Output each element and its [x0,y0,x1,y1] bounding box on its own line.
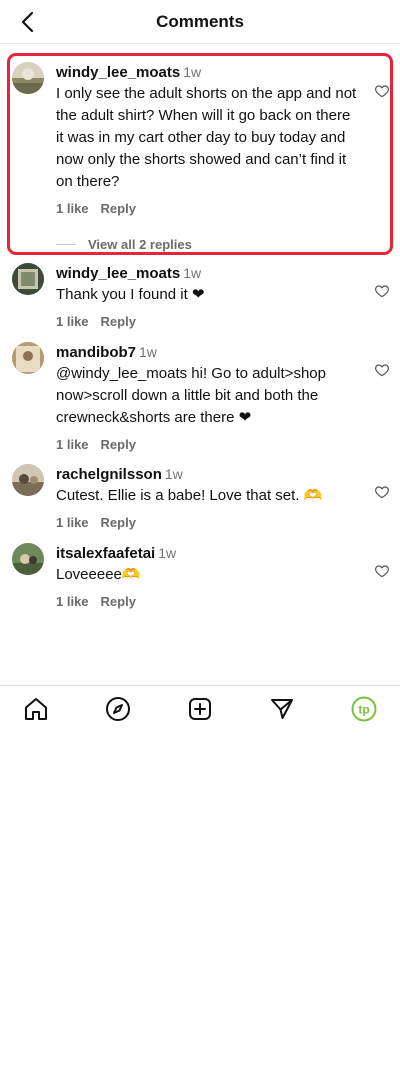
avatar-image-icon [12,342,44,374]
avatar[interactable] [12,263,44,295]
comment-header: rachelgnilsson 1w [56,464,360,485]
comment-text: Loveeeee🫶 [56,566,141,583]
avatar[interactable] [12,342,44,374]
likes-count[interactable]: 1 like [56,314,89,329]
view-replies-button[interactable]: View all 2 replies [56,237,360,252]
explore-compass-icon [106,697,130,721]
like-heart-icon[interactable] [374,563,390,579]
likes-count[interactable]: 1 like [56,437,89,452]
timestamp: 1w [183,64,202,80]
timestamp: 1w [164,466,183,482]
avatar-image-icon [12,62,44,94]
tab-share[interactable] [269,696,295,722]
view-replies-label: View all 2 replies [88,237,192,252]
tab-create[interactable] [187,696,213,722]
like-heart-icon[interactable] [374,83,390,99]
comment-header: windy_lee_moats 1w [56,263,360,284]
comment-item: windy_lee_moats 1w I only see the adult s… [0,62,400,252]
username[interactable]: itsalexfaafetai [56,545,155,562]
profile-tp-icon: tp [351,696,377,722]
username[interactable]: rachelgnilsson [56,466,162,483]
timestamp: 1w [139,344,157,360]
username[interactable]: windy_lee_moats [56,64,180,81]
comment-text: I only see the adult shorts on the app a… [56,85,357,190]
likes-count[interactable]: 1 like [56,515,89,530]
comment-header: windy_lee_moats 1w [56,62,360,83]
create-plus-icon [189,698,211,720]
comment-text: Thank you I found it ❤ [56,286,205,303]
share-send-icon [271,699,293,719]
username[interactable]: mandibob7 [56,344,136,361]
avatar[interactable] [12,464,44,496]
avatar-image-icon [12,263,44,295]
comment-actions: 1 like Reply [56,515,360,533]
avatar[interactable] [12,543,44,575]
comment-actions: 1 like Reply [56,201,360,219]
reply-button[interactable]: Reply [101,594,136,609]
timestamp: 1w [158,545,177,561]
avatar-image-icon [12,543,44,575]
replies-divider [56,244,76,245]
home-icon [25,698,47,720]
avatar[interactable] [12,62,44,94]
comment-item: mandibob7 1w @windy_lee_moats hi! Go to a… [0,342,400,455]
timestamp: 1w [183,265,202,281]
comment-header: itsalexfaafetai 1w [56,543,360,564]
comment-actions: 1 like Reply [56,314,360,332]
profile-logo-text: tp [358,703,369,717]
like-heart-icon[interactable] [374,362,390,378]
like-heart-icon[interactable] [374,484,390,500]
reply-button[interactable]: Reply [101,201,136,216]
reply-button[interactable]: Reply [101,314,136,329]
comment-item: windy_lee_moats 1w Thank you I found it ❤… [0,263,400,332]
comment-actions: 1 like Reply [56,594,360,612]
comment-header: mandibob7 1w [56,342,360,363]
comment-text: Cutest. Ellie is a babe! Love that set. … [56,487,323,504]
comment-text: @windy_lee_moats hi! Go to adult>shop no… [56,365,326,426]
page-title: Comments [156,12,244,31]
username[interactable]: windy_lee_moats [56,265,180,282]
comment-actions: 1 like Reply [56,437,360,455]
header: Comments [0,0,400,44]
comment-item: rachelgnilsson 1w Cutest. Ellie is a babe… [0,464,400,533]
comment-item: itsalexfaafetai 1w Loveeeee🫶 1 like Reply [0,543,400,612]
bottom-tab-bar: tp [0,685,400,731]
likes-count[interactable]: 1 like [56,594,89,609]
reply-button[interactable]: Reply [101,437,136,452]
reply-button[interactable]: Reply [101,515,136,530]
likes-count[interactable]: 1 like [56,201,89,216]
tab-profile[interactable]: tp [351,696,377,722]
tab-explore[interactable] [105,696,131,722]
tab-home[interactable] [23,696,49,722]
like-heart-icon[interactable] [374,283,390,299]
avatar-image-icon [12,464,44,496]
